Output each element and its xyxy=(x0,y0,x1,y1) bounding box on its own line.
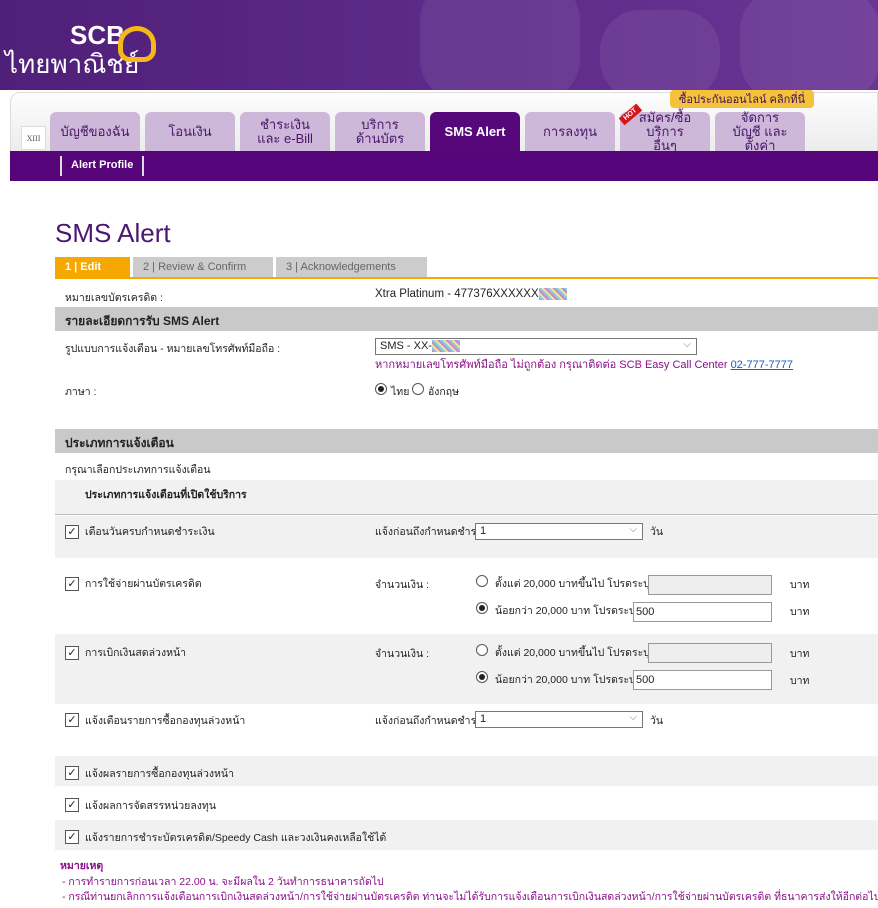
tab-bill-payment[interactable]: ชำระเงิน และ e-Bill xyxy=(240,112,330,151)
font-size-toggle[interactable]: XIII xyxy=(21,126,46,150)
card-number-text: Xtra Platinum - 477376XXXXXX xyxy=(375,288,539,301)
spending-under-20000-radio[interactable] xyxy=(476,602,488,614)
fund-reminder-unit: วัน xyxy=(650,715,664,727)
step-underline xyxy=(55,277,878,279)
fund-result-checkbox[interactable]: ✓ xyxy=(65,766,79,780)
alert-types-hint: กรุณาเลือกประเภทการแจ้งเตือน xyxy=(65,464,211,476)
language-thai-radio[interactable] xyxy=(375,383,387,395)
spending-under-unit: บาท xyxy=(790,606,810,618)
tab-sms-alert[interactable]: SMS Alert xyxy=(430,112,520,151)
spending-over-20000-radio[interactable] xyxy=(476,575,488,587)
card-number-value: Xtra Platinum - 477376XXXXXX xyxy=(375,288,567,300)
chevron-down-icon: ⌵ xyxy=(629,524,637,535)
tab-card-services[interactable]: บริการ ด้านบัตร xyxy=(335,112,425,151)
alert-format-label: รูปแบบการแจ้งเตือน - หมายเลขโทรศัพท์มือถ… xyxy=(65,343,281,355)
tab-other-services[interactable]: สมัคร/ซื้อ บริการอื่นๆ xyxy=(620,110,710,152)
cash-advance-field-label: จำนวนเงิน : xyxy=(375,648,430,660)
language-english-radio[interactable] xyxy=(412,383,424,395)
cash-under-20000-radio[interactable] xyxy=(476,671,488,683)
tab-my-accounts[interactable]: บัญชีของฉัน xyxy=(50,112,140,151)
cash-over-amount-input[interactable] xyxy=(648,643,772,663)
card-spending-label: การใช้จ่ายผ่านบัตรเครดิต xyxy=(85,578,202,590)
card-spending-checkbox[interactable]: ✓ xyxy=(65,577,79,591)
section-sms-details: รายละเอียดการรับ SMS Alert xyxy=(55,307,878,331)
language-label: ภาษา : xyxy=(65,386,97,398)
fund-allocation-checkbox[interactable]: ✓ xyxy=(65,798,79,812)
cash-over-label: ตั้งแต่ 20,000 บาทขึ้นไป โปรดระบุ xyxy=(495,647,650,659)
chevron-down-icon: ⌵ xyxy=(629,712,637,723)
active-alerts-heading: ประเภทการแจ้งเตือนที่เปิดใช้บริการ xyxy=(85,489,247,501)
fund-allocation-label: แจ้งผลการจัดสรรหน่วยลงทุน xyxy=(85,800,216,812)
language-thai-label: ไทย xyxy=(391,386,410,398)
due-date-field-label: แจ้งก่อนถึงกำหนดชำระ xyxy=(375,526,482,538)
fund-reminder-days-select[interactable]: 1 ⌵ xyxy=(475,711,643,728)
chevron-down-icon: ⌵ xyxy=(683,339,691,350)
cash-under-label: น้อยกว่า 20,000 บาท โปรดระบุ xyxy=(495,674,636,686)
tab-transfer[interactable]: โอนเงิน xyxy=(145,112,235,151)
step-acknowledgements: 3 | Acknowledgements xyxy=(276,257,427,277)
fund-reminder-label: แจ้งเตือนรายการซื้อกองทุนล่วงหน้า xyxy=(85,715,246,727)
spending-over-label: ตั้งแต่ 20,000 บาทขึ้นไป โปรดระบุ xyxy=(495,578,650,590)
phone-note: หากหมายเลขโทรศัพท์มือถือ ไม่ถูกต้อง กรุณ… xyxy=(375,355,793,373)
alert-format-value: SMS - XX- xyxy=(380,340,432,352)
fund-reminder-field-label: แจ้งก่อนถึงกำหนดชำระ xyxy=(375,715,482,727)
masked-digits xyxy=(538,288,567,300)
insurance-promo-link[interactable]: ซื้อประกันออนไลน์ คลิกที่นี่ xyxy=(670,90,814,108)
spending-under-amount-input[interactable]: 500 xyxy=(633,602,772,622)
tab-investment[interactable]: การลงทุน xyxy=(525,112,615,151)
spending-under-label: น้อยกว่า 20,000 บาท โปรดระบุ xyxy=(495,605,636,617)
due-date-days-value: 1 xyxy=(480,525,487,537)
fund-reminder-days-value: 1 xyxy=(480,713,487,725)
fund-result-label: แจ้งผลรายการซื้อกองทุนล่วงหน้า xyxy=(85,768,234,780)
masked-phone xyxy=(431,340,460,353)
tab-account-settings[interactable]: จัดการบัญชี และตั้งค่า xyxy=(715,110,805,152)
alert-format-select[interactable]: SMS - XX- ⌵ xyxy=(375,338,697,355)
cash-under-unit: บาท xyxy=(790,675,810,687)
language-english-label: อังกฤษ xyxy=(428,386,460,398)
spending-over-unit: บาท xyxy=(790,579,810,591)
card-number-label: หมายเลขบัตรเครดิต : xyxy=(65,292,163,304)
note-item: - กรณีท่านยกเลิกการแจ้งเตือนการเบิกเงินส… xyxy=(62,891,878,903)
call-center-link[interactable]: 02-777-7777 xyxy=(731,359,793,371)
due-date-unit: วัน xyxy=(650,526,664,538)
step-review: 2 | Review & Confirm xyxy=(133,257,273,277)
notes-title: หมายเหตุ xyxy=(60,860,104,872)
payment-label: แจ้งรายการชำระบัตรเครดิต/Speedy Cash และ… xyxy=(85,832,387,844)
due-date-label: เตือนวันครบกำหนดชำระเงิน xyxy=(85,526,215,538)
payment-checkbox[interactable]: ✓ xyxy=(65,830,79,844)
due-date-checkbox[interactable]: ✓ xyxy=(65,525,79,539)
card-spending-field-label: จำนวนเงิน : xyxy=(375,579,430,591)
cash-under-amount-input[interactable]: 500 xyxy=(633,670,772,690)
cash-advance-checkbox[interactable]: ✓ xyxy=(65,646,79,660)
scb-logo-icon xyxy=(118,26,156,62)
fund-reminder-checkbox[interactable]: ✓ xyxy=(65,713,79,727)
cash-over-20000-radio[interactable] xyxy=(476,644,488,656)
spending-over-amount-input[interactable] xyxy=(648,575,772,595)
step-edit: 1 | Edit xyxy=(55,257,130,277)
subnav-alert-profile[interactable]: Alert Profile xyxy=(60,156,145,176)
section-alert-types: ประเภทการแจ้งเตือน xyxy=(55,429,878,453)
cash-advance-label: การเบิกเงินสดล่วงหน้า xyxy=(85,647,187,659)
phone-note-text: หากหมายเลขโทรศัพท์มือถือ ไม่ถูกต้อง กรุณ… xyxy=(375,359,728,371)
page-title: SMS Alert xyxy=(55,218,171,248)
due-date-days-select[interactable]: 1 ⌵ xyxy=(475,523,643,540)
cash-over-unit: บาท xyxy=(790,648,810,660)
